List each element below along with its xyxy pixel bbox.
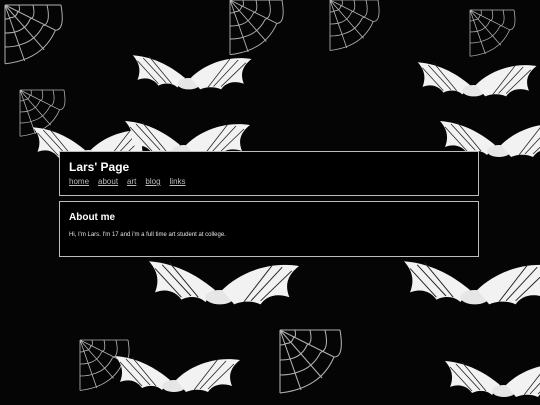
nav-link-blog[interactable]: blog [145,177,160,187]
nav-link-links[interactable]: links [170,177,186,187]
main-nav: home about art blog links [69,177,186,187]
header-panel: Lars' Page home about art blog links [59,151,479,196]
about-text: Hi, I'm Lars. I'm 17 and i'm a full time… [69,232,226,238]
nav-link-art[interactable]: art [127,177,136,187]
about-heading: About me [69,212,116,223]
about-panel: About me Hi, I'm Lars. I'm 17 and i'm a … [59,201,479,257]
page: Lars' Page home about art blog links Abo… [0,0,540,405]
site-title: Lars' Page [69,160,130,174]
nav-link-home[interactable]: home [69,177,89,187]
nav-link-about[interactable]: about [98,177,118,187]
